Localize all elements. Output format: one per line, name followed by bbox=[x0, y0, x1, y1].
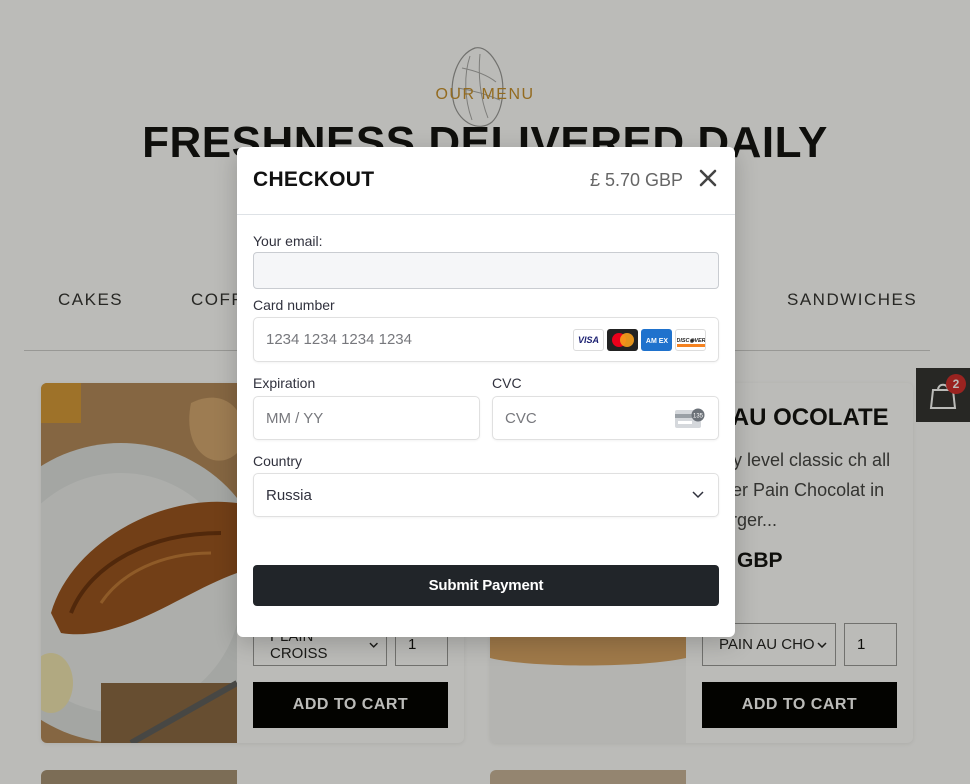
card-number-label: Card number bbox=[253, 297, 335, 313]
email-field[interactable] bbox=[253, 252, 719, 289]
modal-header: CHECKOUT £ 5.70 GBP bbox=[237, 147, 735, 215]
card-cvc-icon: 135 bbox=[675, 408, 705, 428]
cvc-placeholder: CVC bbox=[505, 409, 537, 427]
card-number-input[interactable]: 1234 1234 1234 1234 VISA AM EX DISC◉VER bbox=[253, 317, 719, 362]
expiration-input[interactable]: MM / YY bbox=[253, 396, 480, 440]
mastercard-icon bbox=[607, 329, 638, 351]
order-total: £ 5.70 GBP bbox=[589, 170, 683, 190]
card-number-placeholder: 1234 1234 1234 1234 bbox=[266, 331, 412, 348]
svg-text:135: 135 bbox=[693, 414, 704, 420]
cvc-input[interactable]: CVC 135 bbox=[492, 396, 719, 440]
close-icon[interactable] bbox=[697, 167, 719, 189]
svg-text:AM EX: AM EX bbox=[645, 338, 668, 345]
submit-payment-button[interactable]: Submit Payment bbox=[253, 565, 719, 606]
svg-text:DISC◉VER: DISC◉VER bbox=[677, 338, 705, 344]
modal-title: CHECKOUT bbox=[253, 168, 375, 191]
discover-icon: DISC◉VER bbox=[675, 329, 706, 351]
visa-icon: VISA bbox=[573, 329, 604, 351]
country-select-value: Russia bbox=[266, 486, 312, 504]
country-select[interactable]: Russia bbox=[253, 473, 719, 517]
checkout-modal: CHECKOUT £ 5.70 GBP Your email: Card num… bbox=[237, 147, 735, 637]
cvc-label: CVC bbox=[492, 375, 522, 391]
chevron-down-icon bbox=[692, 491, 704, 499]
country-label: Country bbox=[253, 453, 303, 469]
expiration-label: Expiration bbox=[253, 375, 316, 391]
email-label: Your email: bbox=[253, 233, 323, 249]
amex-icon: AM EX bbox=[641, 329, 672, 351]
card-brand-icons: VISA AM EX DISC◉VER bbox=[573, 329, 706, 351]
